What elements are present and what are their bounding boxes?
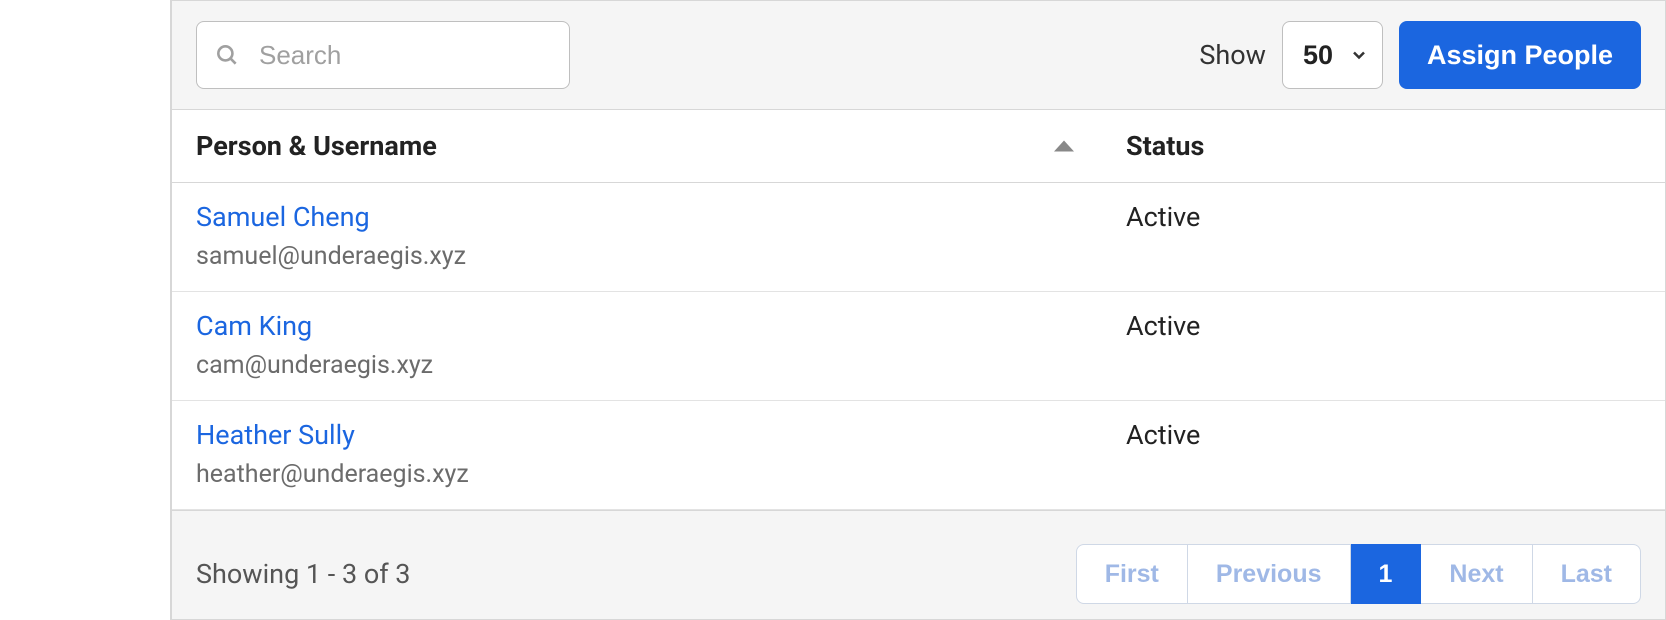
toolbar: Show 50 Assign People <box>172 1 1665 110</box>
person-email: cam@underaegis.xyz <box>196 351 433 380</box>
person-status: Active <box>1102 183 1665 292</box>
column-header-person[interactable]: Person & Username <box>172 110 1102 183</box>
pagination: First Previous 1 Next Last <box>1076 544 1641 604</box>
person-status: Active <box>1102 292 1665 401</box>
column-header-status-label: Status <box>1126 130 1204 162</box>
page-next-button[interactable]: Next <box>1421 544 1532 604</box>
left-gutter <box>0 0 172 620</box>
person-name-link[interactable]: Samuel Cheng <box>196 201 370 233</box>
table-footer: Showing 1 - 3 of 3 First Previous 1 Next… <box>172 510 1665 619</box>
people-table: Person & Username Status Samuel Cheng sa… <box>172 110 1665 510</box>
search-field-wrap <box>196 21 570 89</box>
person-email: heather@underaegis.xyz <box>196 460 469 489</box>
showing-count: Showing 1 - 3 of 3 <box>196 558 410 590</box>
show-label: Show <box>1199 39 1266 71</box>
table-row: Heather Sully heather@underaegis.xyz Act… <box>172 401 1665 510</box>
person-email: samuel@underaegis.xyz <box>196 242 466 271</box>
page-size-select-wrap: 50 <box>1282 21 1383 89</box>
person-name-link[interactable]: Heather Sully <box>196 419 355 451</box>
page-last-button[interactable]: Last <box>1533 544 1641 604</box>
sort-asc-icon <box>1054 141 1074 152</box>
assign-people-button[interactable]: Assign People <box>1399 21 1641 89</box>
page-number-button[interactable]: 1 <box>1351 544 1422 604</box>
people-panel: Show 50 Assign People Person & Username <box>172 0 1666 620</box>
column-header-status[interactable]: Status <box>1102 110 1665 183</box>
table-row: Cam King cam@underaegis.xyz Active <box>172 292 1665 401</box>
person-status: Active <box>1102 401 1665 510</box>
person-name-link[interactable]: Cam King <box>196 310 312 342</box>
page-previous-button[interactable]: Previous <box>1188 544 1351 604</box>
search-input[interactable] <box>196 21 570 89</box>
table-row: Samuel Cheng samuel@underaegis.xyz Activ… <box>172 183 1665 292</box>
page-first-button[interactable]: First <box>1076 544 1188 604</box>
search-icon <box>214 42 240 68</box>
page-size-select[interactable]: 50 <box>1282 21 1383 89</box>
column-header-person-label: Person & Username <box>196 130 437 162</box>
